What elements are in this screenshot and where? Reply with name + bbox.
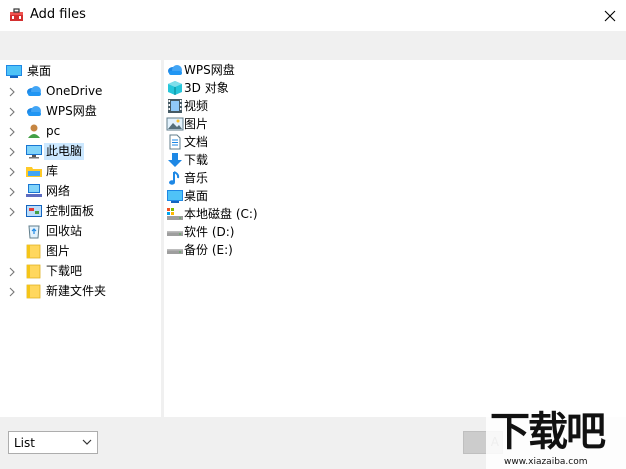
list-item[interactable]: 软件 (D:) [166,223,234,241]
close-button[interactable] [594,0,626,31]
list-item[interactable]: 图片 [166,115,208,133]
list-item[interactable]: 音乐 [166,169,208,187]
network-icon [25,183,43,199]
3d-objects-icon [166,80,183,96]
cloud-icon [166,62,183,78]
tree-item-label: 桌面 [27,64,52,78]
tree-item-label: 下载吧 [46,264,83,278]
tree-item-label: WPS网盘 [46,104,97,118]
video-icon [166,98,183,114]
chevron-down-icon [82,439,92,445]
list-item[interactable]: 3D 对象 [166,79,229,97]
tree-item-label: 库 [46,164,59,178]
list-item[interactable]: 文档 [166,133,208,151]
tree-item[interactable]: 网络 [2,182,161,201]
recycle-bin-icon [25,223,43,239]
list-item-label: 桌面 [184,189,209,203]
folder-icon [25,243,43,259]
document-icon [166,134,183,150]
folder-tree[interactable]: 桌面 OneDrive WPS网盘 pc 此电脑库网络控制面板回收站图片下载吧新建文件夹 [2,60,161,417]
list-item-label: 图片 [184,117,209,131]
list-item[interactable]: 桌面 [166,187,208,205]
tree-item[interactable]: pc [2,122,161,141]
tree-item[interactable]: 库 [2,162,161,181]
drive-icon [166,242,183,258]
user-icon [25,123,43,139]
list-item-label: 音乐 [184,171,209,185]
tree-item[interactable]: WPS网盘 [2,102,161,121]
tree-item-label: 回收站 [46,224,83,238]
list-item-label: 软件 (D:) [184,225,235,239]
chevron-right-icon[interactable] [7,206,17,217]
chevron-right-icon[interactable] [7,106,17,117]
window-title: Add files [30,7,86,22]
list-item[interactable]: 备份 (E:) [166,241,233,259]
tree-item[interactable]: 下载吧 [2,262,161,281]
tree-item[interactable]: 桌面 [2,62,161,81]
list-item-label: 3D 对象 [184,81,229,95]
chevron-right-icon[interactable] [7,166,17,177]
watermark-logo: 下载吧 www.xiazaiba.com [486,407,626,469]
watermark-url: www.xiazaiba.com [504,457,588,467]
watermark-text: 下载吧 [490,409,606,455]
list-item[interactable]: 本地磁盘 (C:) [166,205,258,223]
desktop-icon [5,63,23,79]
tree-item-label: pc [46,124,61,138]
tree-item[interactable]: 图片 [2,242,161,261]
tree-item-label: 此电脑 [44,143,85,160]
list-item-label: 本地磁盘 (C:) [184,207,258,221]
tree-item[interactable]: 新建文件夹 [2,282,161,301]
cloud-icon [25,103,43,119]
chevron-right-icon[interactable] [7,266,17,277]
cloud-icon [25,83,43,99]
list-item-label: WPS网盘 [184,63,235,77]
library-icon [25,163,43,179]
pictures-icon [166,116,184,132]
drive-icon [166,224,183,240]
tree-item[interactable]: 回收站 [2,222,161,241]
file-list[interactable]: WPS网盘 3D 对象视频图片文档下载音乐桌面本地磁盘 (C:) 软件 (D:) 备份… [164,60,626,417]
system-drive-icon [166,206,183,222]
music-icon [166,170,183,186]
list-item-label: 视频 [184,99,209,113]
list-item-label: 下载 [184,153,209,167]
chevron-right-icon[interactable] [7,126,17,137]
tree-item-label: 新建文件夹 [46,284,107,298]
list-item-label: 备份 (E:) [184,243,233,257]
chevron-right-icon[interactable] [7,86,17,97]
download-icon [166,152,183,168]
toolbar-strip [0,31,626,60]
tree-item-label: 网络 [46,184,71,198]
list-item[interactable]: 视频 [166,97,208,115]
computer-icon [25,143,43,159]
view-mode-value: List [14,435,35,450]
tree-item[interactable]: 控制面板 [2,202,161,221]
list-item[interactable]: WPS网盘 [166,61,235,79]
tree-item[interactable]: 此电脑 [2,142,161,161]
tree-item-label: 控制面板 [46,204,95,218]
list-item-label: 文档 [184,135,209,149]
view-mode-select[interactable]: List [8,431,98,454]
list-item[interactable]: 下载 [166,151,208,169]
tree-item[interactable]: OneDrive [2,82,161,101]
desktop-icon [166,188,183,204]
chevron-right-icon[interactable] [7,286,17,297]
chevron-right-icon[interactable] [7,186,17,197]
chevron-right-icon[interactable] [7,146,17,157]
title-bar: Add files [0,0,626,31]
folder-icon [25,283,43,299]
tree-item-label: 图片 [46,244,71,258]
control-panel-icon [25,203,43,219]
folder-icon [25,263,43,279]
close-icon [604,10,616,21]
toolbox-icon [10,8,23,21]
tree-item-label: OneDrive [46,84,103,98]
